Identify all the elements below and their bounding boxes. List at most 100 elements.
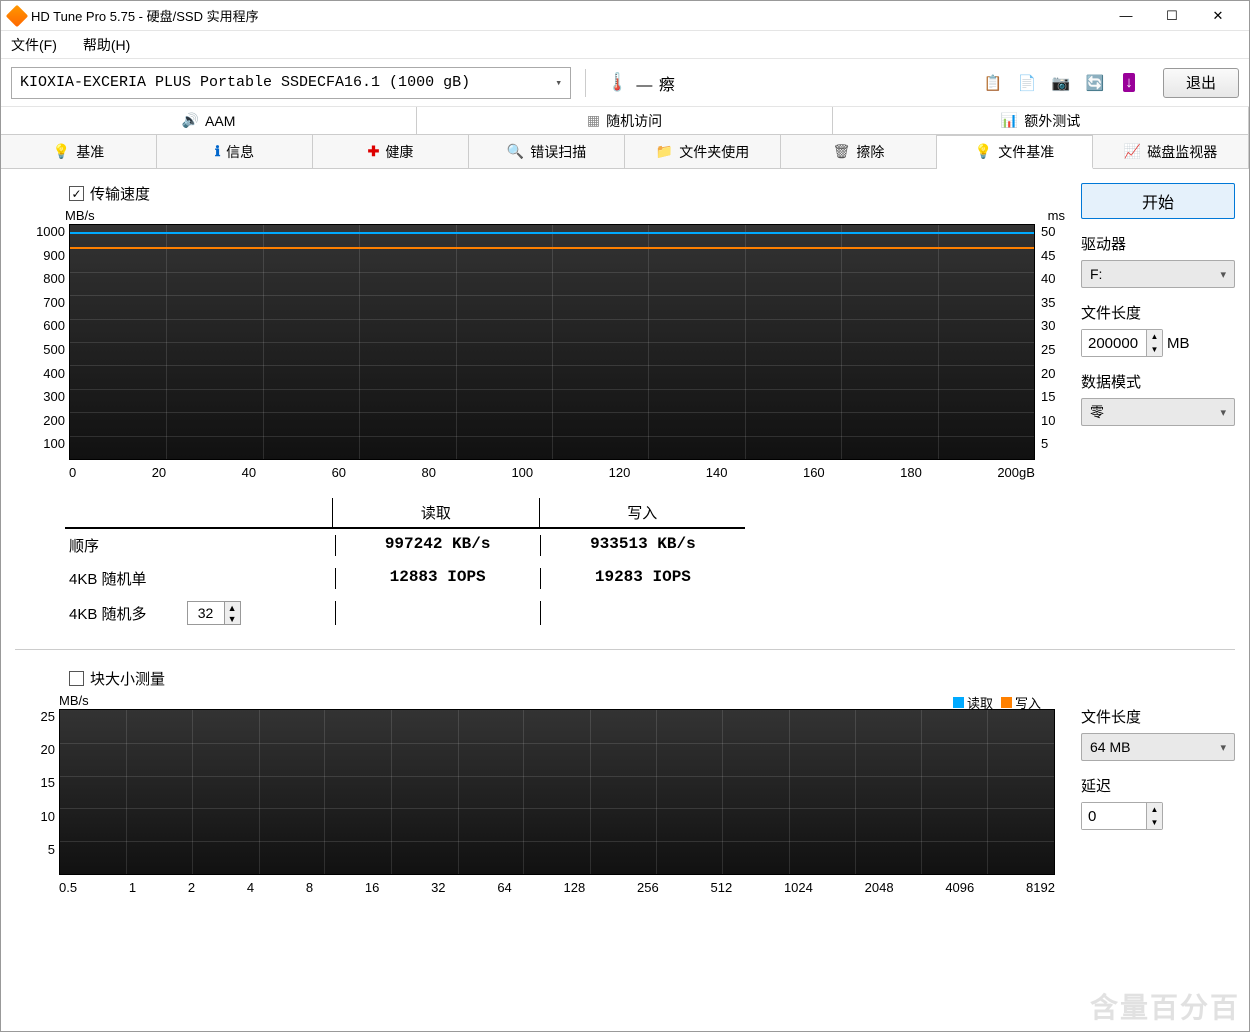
- screenshot-button[interactable]: 📷: [1047, 69, 1075, 97]
- tab-filebench[interactable]: 💡 文件基准: [937, 135, 1093, 169]
- chart-transfer: MB/s ms 1000900800700600500400300200100 …: [29, 210, 1065, 490]
- spin-up-icon[interactable]: ▲: [1146, 330, 1162, 343]
- spin-up-icon[interactable]: ▲: [224, 602, 240, 613]
- save-button[interactable]: ↓: [1115, 69, 1143, 97]
- device-dropdown[interactable]: KIOXIA-EXCERIA PLUS Portable SSDECFA16.1…: [11, 67, 571, 99]
- blocksize-label: 块大小测量: [90, 668, 165, 689]
- tab-label: 信息: [226, 142, 254, 162]
- paste-icon: 📄: [1018, 74, 1037, 92]
- right-panel-bottom: 文件长度 64 MB▾ 延迟 ▲▼: [1081, 668, 1235, 905]
- menu-help[interactable]: 帮助(H): [79, 33, 134, 57]
- copy-button[interactable]: 📋: [979, 69, 1007, 97]
- temperature-value: — 瘵: [636, 71, 675, 95]
- chevron-down-icon: ▾: [1220, 268, 1226, 281]
- content-area: 传输速度 MB/s ms 100090080070060050040030020…: [1, 169, 1249, 1031]
- close-button[interactable]: ✕: [1195, 1, 1241, 31]
- minimize-button[interactable]: —: [1103, 1, 1149, 31]
- tab-label: 基准: [76, 142, 104, 162]
- swatch-read-icon: [953, 697, 964, 708]
- tab-row-bottom: 💡 基准 ℹ 信息 ✚健康 🔍错误扫描 📁文件夹使用 🗑 擦除 💡 文件基准 📈 磁盘监视…: [1, 135, 1249, 169]
- right-panel-top: 开始 驱动器 F:▾ 文件长度 ▲▼ MB 数据模式 零▾: [1081, 183, 1235, 631]
- tab-label: AAM: [205, 113, 235, 129]
- tab-health[interactable]: ✚健康: [313, 135, 469, 168]
- tab-label: 额外测试: [1024, 111, 1080, 131]
- titlebar: HD Tune Pro 5.75 - 硬盘/SSD 实用程序 — ☐ ✕: [1, 1, 1249, 31]
- tab-label: 擦除: [856, 142, 884, 162]
- filelen2-dropdown[interactable]: 64 MB ▾: [1081, 733, 1235, 761]
- spin-down-icon[interactable]: ▼: [1146, 343, 1162, 356]
- spin-down-icon[interactable]: ▼: [1146, 816, 1162, 829]
- refresh-button[interactable]: 🔄: [1081, 69, 1109, 97]
- monitor-icon: 📈: [1124, 143, 1141, 160]
- drive-value: F:: [1090, 266, 1102, 282]
- row-4k-single-read: 12883 IOPS: [335, 568, 540, 589]
- chart-icon: 📊: [1001, 112, 1018, 129]
- bulb-icon: 💡: [53, 143, 70, 160]
- tab-erase[interactable]: 🗑 擦除: [781, 135, 937, 168]
- filelen-value[interactable]: [1082, 330, 1146, 356]
- tab-benchmark[interactable]: 💡 基准: [1, 135, 157, 168]
- toolbar: KIOXIA-EXCERIA PLUS Portable SSDECFA16.1…: [1, 59, 1249, 107]
- tab-label: 磁盘监视器: [1147, 142, 1217, 162]
- chart-blocksize: MB/s 读取 写入 252015105 0.51248163264128256…: [29, 695, 1065, 905]
- info-icon: ℹ: [215, 143, 220, 160]
- header-write: 写入: [539, 498, 745, 527]
- tab-folderusage[interactable]: 📁文件夹使用: [625, 135, 781, 168]
- filelen-label: 文件长度: [1081, 302, 1235, 323]
- write-series: [70, 247, 1034, 249]
- tab-monitor[interactable]: 📈 磁盘监视器: [1093, 135, 1249, 168]
- tab-aam[interactable]: 🔊 AAM: [1, 107, 417, 134]
- plus-icon: ✚: [368, 143, 380, 160]
- datamode-label: 数据模式: [1081, 371, 1235, 392]
- queue-depth-value[interactable]: [188, 602, 224, 624]
- drive-dropdown[interactable]: F: ▾: [1081, 260, 1235, 288]
- tab-errorscan[interactable]: 🔍错误扫描: [469, 135, 625, 168]
- chevron-down-icon: ▾: [1220, 741, 1226, 754]
- spin-up-icon[interactable]: ▲: [1146, 803, 1162, 816]
- queue-depth-spinner[interactable]: ▲▼: [187, 601, 241, 625]
- device-value: KIOXIA-EXCERIA PLUS Portable SSDECFA16.1…: [20, 74, 470, 91]
- trash-icon: 🗑: [833, 143, 851, 160]
- camera-icon: 📷: [1052, 74, 1071, 92]
- datamode-dropdown[interactable]: 零▾: [1081, 398, 1235, 426]
- yaxis-right: 5045403530252015105: [1041, 224, 1069, 460]
- refresh-icon: 🔄: [1086, 74, 1105, 92]
- tab-label: 文件基准: [998, 142, 1054, 162]
- tab-extra-tests[interactable]: 📊 额外测试: [833, 107, 1249, 134]
- datamode-value: 零: [1090, 402, 1104, 422]
- row-seq-read: 997242 KB/s: [335, 535, 540, 556]
- yaxis-left2: 252015105: [29, 709, 55, 875]
- drive-label: 驱动器: [1081, 233, 1235, 254]
- tab-label: 随机访问: [606, 111, 662, 131]
- spin-down-icon[interactable]: ▼: [224, 613, 240, 624]
- start-button[interactable]: 开始: [1081, 183, 1235, 219]
- thermometer-icon: 🌡️: [606, 72, 628, 93]
- row-4k-single-label: 4KB 随机单: [65, 568, 335, 589]
- yaxis-left: 1000900800700600500400300200100: [29, 224, 65, 460]
- tab-random-access[interactable]: ▦ 随机访问: [417, 107, 833, 134]
- transfer-speed-label: 传输速度: [90, 183, 150, 204]
- yaxis-left-unit2: MB/s: [59, 693, 89, 708]
- swatch-write-icon: [1001, 697, 1012, 708]
- xaxis2: 0.512481632641282565121024204840968192: [59, 880, 1055, 895]
- maximize-button[interactable]: ☐: [1149, 1, 1195, 31]
- yaxis-left-unit: MB/s: [65, 208, 95, 223]
- exit-button[interactable]: 退出: [1163, 68, 1239, 98]
- menu-file[interactable]: 文件(F): [7, 33, 61, 57]
- row-seq-write: 933513 KB/s: [540, 535, 745, 556]
- filelen-spinner[interactable]: ▲▼: [1081, 329, 1163, 357]
- grid-icon: ▦: [587, 112, 600, 129]
- transfer-speed-checkbox[interactable]: [69, 186, 84, 201]
- chevron-down-icon: ▾: [1220, 406, 1226, 419]
- row-4k-multi-label: 4KB 随机多: [69, 603, 147, 624]
- filelen2-value: 64 MB: [1090, 739, 1130, 755]
- window-title: HD Tune Pro 5.75 - 硬盘/SSD 实用程序: [31, 6, 1103, 25]
- blocksize-checkbox[interactable]: [69, 671, 84, 686]
- paste-button[interactable]: 📄: [1013, 69, 1041, 97]
- delay-label: 延迟: [1081, 775, 1235, 796]
- delay-value[interactable]: [1082, 803, 1146, 829]
- tab-info[interactable]: ℹ 信息: [157, 135, 313, 168]
- delay-spinner[interactable]: ▲▼: [1081, 802, 1163, 830]
- bulb-icon: 💡: [975, 143, 992, 160]
- speaker-icon: 🔊: [182, 112, 199, 129]
